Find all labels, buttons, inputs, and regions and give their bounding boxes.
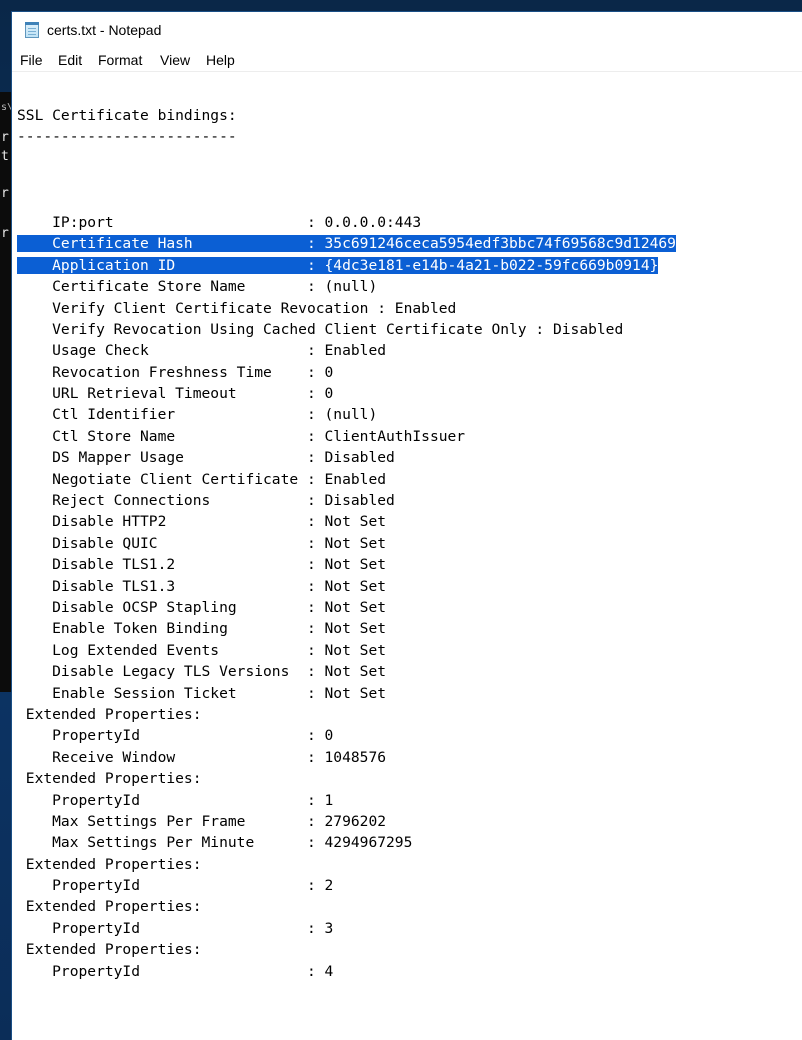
document-line: PropertyId : 3	[17, 919, 334, 937]
document-line: Verify Client Certificate Revocation : E…	[17, 299, 457, 317]
document-line: Ctl Identifier : (null)	[17, 406, 378, 424]
background-text-fragment: t	[1, 149, 9, 164]
document-line: Disable HTTP2 : Not Set	[17, 513, 387, 531]
menu-format[interactable]: Format	[98, 52, 142, 68]
document-line: Disable OCSP Stapling : Not Set	[17, 598, 387, 616]
notepad-icon	[25, 22, 39, 38]
document-line: Log Extended Events : Not Set	[17, 641, 387, 659]
selected-text: Certificate Hash : 35c691246ceca5954edf3…	[17, 235, 676, 253]
document-line: Extended Properties:	[17, 898, 202, 916]
menu-file[interactable]: File	[20, 52, 43, 68]
document-line: Extended Properties:	[17, 770, 202, 788]
document-line: PropertyId : 1	[17, 791, 334, 809]
document-line: Extended Properties:	[17, 941, 202, 959]
notepad-window: certs.txt - Notepad File Edit Format Vie…	[12, 12, 802, 1040]
document-line: Verify Revocation Using Cached Client Ce…	[17, 320, 624, 338]
document-line	[17, 169, 676, 190]
document-line: PropertyId : 0	[17, 727, 334, 745]
document-line: Disable TLS1.2 : Not Set	[17, 556, 387, 574]
background-text-fragment: r	[1, 130, 9, 145]
menu-view[interactable]: View	[160, 52, 190, 68]
document-line: Max Settings Per Minute : 4294967295	[17, 834, 413, 852]
document-line: DS Mapper Usage : Disabled	[17, 449, 395, 467]
document-line: Enable Token Binding : Not Set	[17, 620, 387, 638]
document-line: Disable TLS1.3 : Not Set	[17, 577, 387, 595]
document-line: -------------------------	[17, 128, 237, 146]
document-line: PropertyId : 2	[17, 877, 334, 895]
document-line: Negotiate Client Certificate : Enabled	[17, 470, 387, 488]
document-line	[17, 191, 676, 212]
document-line: Extended Properties:	[17, 705, 202, 723]
window-title: certs.txt - Notepad	[47, 22, 162, 38]
document-line: Max Settings Per Frame : 2796202	[17, 812, 387, 830]
document-line: Certificate Hash : 35c691246ceca5954edf3…	[17, 233, 676, 254]
document-line: SSL Certificate bindings:	[17, 107, 237, 124]
document-line	[17, 148, 676, 169]
document-line: URL Retrieval Timeout : 0	[17, 385, 334, 403]
document-text: SSL Certificate bindings: ---------------…	[17, 105, 676, 982]
document-line: Receive Window : 1048576	[17, 748, 387, 766]
document-line: PropertyId : 4	[17, 962, 334, 980]
text-editor-area[interactable]: SSL Certificate bindings: ---------------…	[12, 72, 802, 1040]
document-line: Enable Session Ticket : Not Set	[17, 684, 387, 702]
document-line: IP:port : 0.0.0.0:443	[17, 213, 422, 231]
document-line: Disable Legacy TLS Versions : Not Set	[17, 663, 387, 681]
menu-bar: File Edit Format View Help	[12, 49, 802, 72]
document-line: Revocation Freshness Time : 0	[17, 363, 334, 381]
menu-help[interactable]: Help	[206, 52, 235, 68]
document-line: Disable QUIC : Not Set	[17, 534, 387, 552]
document-line: Usage Check : Enabled	[17, 342, 387, 360]
menu-edit[interactable]: Edit	[58, 52, 82, 68]
document-line: Ctl Store Name : ClientAuthIssuer	[17, 427, 466, 445]
background-text-fragment: r	[1, 186, 9, 201]
title-bar[interactable]: certs.txt - Notepad	[12, 12, 802, 49]
document-line: Extended Properties:	[17, 855, 202, 873]
document-line: Reject Connections : Disabled	[17, 492, 395, 510]
selected-text: Application ID : {4dc3e181-e14b-4a21-b02…	[17, 256, 659, 274]
document-line: Certificate Store Name : (null)	[17, 278, 378, 296]
document-line: Application ID : {4dc3e181-e14b-4a21-b02…	[17, 255, 676, 276]
background-text-fragment: r	[1, 226, 9, 241]
